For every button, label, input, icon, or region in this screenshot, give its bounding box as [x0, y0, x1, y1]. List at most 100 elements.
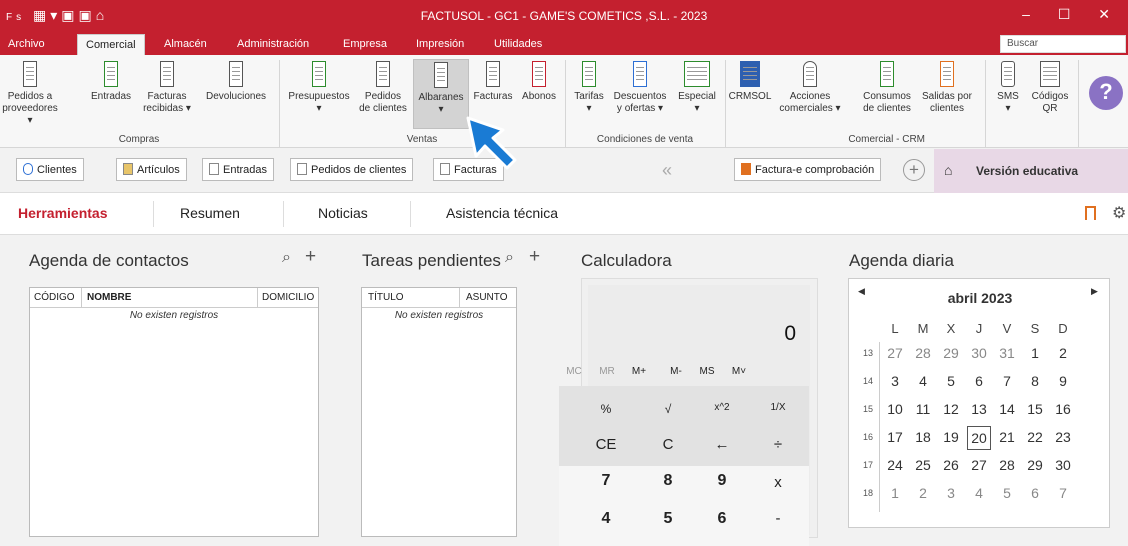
add-task-icon[interactable]: + — [529, 246, 540, 268]
calendar-day[interactable]: 12 — [940, 401, 962, 417]
calendar-day[interactable]: 8 — [1024, 373, 1046, 389]
nine-key[interactable]: 9 — [691, 472, 753, 490]
tab-noticias[interactable]: Noticias — [318, 205, 368, 221]
especial-button[interactable]: Especial ▾ — [674, 61, 720, 115]
add-contact-icon[interactable]: + — [305, 246, 316, 268]
calendar-day[interactable]: 5 — [996, 485, 1018, 501]
six-key[interactable]: 6 — [691, 510, 753, 528]
col-codigo[interactable]: CÓDIGO — [30, 288, 82, 308]
gear-icon[interactable]: ⚙ — [1112, 203, 1126, 223]
calendar-day[interactable]: 18 — [912, 429, 934, 445]
calendar-day[interactable]: 2 — [1052, 345, 1074, 361]
calendar-day[interactable]: 3 — [884, 373, 906, 389]
calendar-day[interactable]: 19 — [940, 429, 962, 445]
calendar-day[interactable]: 9 — [1052, 373, 1074, 389]
menu-administracion[interactable]: Administración — [237, 38, 309, 50]
menu-archivo[interactable]: Archivo — [8, 38, 45, 50]
calendar-day[interactable]: 29 — [940, 345, 962, 361]
bookmark-icon[interactable] — [1085, 206, 1096, 220]
acciones-comerciales-button[interactable]: Acciones comerciales ▾ — [778, 61, 842, 115]
calendar-day[interactable]: 26 — [940, 457, 962, 473]
pedidos-shortcut[interactable]: Pedidos de clientes — [290, 158, 414, 181]
tarifas-button[interactable]: Tarifas ▾ — [571, 61, 607, 115]
calendar-day[interactable]: 4 — [968, 485, 990, 501]
calendar-day[interactable]: 16 — [1052, 401, 1074, 417]
calendar-day[interactable]: 23 — [1052, 429, 1074, 445]
calendar-day[interactable]: 3 — [940, 485, 962, 501]
albaranes-button[interactable]: Albaranes ▾ — [413, 59, 469, 129]
col-titulo[interactable]: TÍTULO — [362, 288, 460, 308]
calendar-day[interactable]: 4 — [912, 373, 934, 389]
calendar-day[interactable]: 14 — [996, 401, 1018, 417]
tab-herramientas[interactable]: Herramientas — [18, 205, 108, 221]
calendar-day[interactable]: 24 — [884, 457, 906, 473]
calendar-day[interactable]: 5 — [940, 373, 962, 389]
col-asunto[interactable]: ASUNTO — [460, 288, 516, 308]
calendar-day[interactable]: 27 — [884, 345, 906, 361]
consumos-clientes-button[interactable]: Consumos de clientes — [859, 61, 915, 115]
salidas-clientes-button[interactable]: Salidas por clientes — [917, 61, 977, 115]
calendar-day[interactable]: 28 — [912, 345, 934, 361]
percent-key[interactable]: % — [575, 402, 637, 416]
entradas-shortcut[interactable]: Entradas — [202, 158, 275, 181]
mlist-key[interactable]: M˅ — [708, 366, 770, 377]
descuentos-button[interactable]: Descuentos y ofertas ▾ — [609, 61, 671, 115]
calendar-day[interactable]: 2 — [912, 485, 934, 501]
divide-key[interactable]: ÷ — [747, 436, 809, 453]
menu-impresion[interactable]: Impresión — [416, 38, 464, 50]
search-icon[interactable]: ⌕ — [282, 249, 291, 267]
next-month-icon[interactable]: ▶ — [1091, 286, 1098, 297]
menu-almacen[interactable]: Almacén — [164, 38, 207, 50]
calendar-day[interactable]: 30 — [968, 345, 990, 361]
menu-comercial[interactable]: Comercial — [77, 34, 145, 55]
calendar-day[interactable]: 13 — [968, 401, 990, 417]
tab-resumen[interactable]: Resumen — [180, 205, 240, 221]
five-key[interactable]: 5 — [637, 510, 699, 528]
search-icon[interactable]: ⌕ — [505, 249, 514, 267]
help-icon[interactable]: ? — [1089, 76, 1123, 110]
reciprocal-key[interactable]: 1/X — [747, 402, 809, 413]
calendar-day[interactable]: 22 — [1024, 429, 1046, 445]
factura-e-shortcut[interactable]: Factura-e comprobación — [734, 158, 882, 181]
abonos-button[interactable]: Abonos — [518, 61, 560, 103]
four-key[interactable]: 4 — [575, 510, 637, 528]
sqrt-key[interactable]: √ — [637, 402, 699, 416]
menu-empresa[interactable]: Empresa — [343, 38, 387, 50]
window-controls[interactable]: – ☐ ✕ — [1022, 6, 1122, 23]
pedidos-clientes-button[interactable]: Pedidos de clientes — [354, 61, 412, 115]
sms-button[interactable]: SMS ▾ — [993, 61, 1023, 115]
add-shortcut-button[interactable]: + — [903, 159, 925, 181]
calendar-day[interactable]: 1 — [1024, 345, 1046, 361]
menu-utilidades[interactable]: Utilidades — [494, 38, 542, 50]
seven-key[interactable]: 7 — [575, 472, 637, 490]
c-key[interactable]: C — [637, 436, 699, 453]
minus-key[interactable]: - — [747, 510, 809, 527]
clientes-shortcut[interactable]: Clientes — [16, 158, 84, 181]
calendar-day[interactable]: 6 — [1024, 485, 1046, 501]
calendar-day[interactable]: 29 — [1024, 457, 1046, 473]
backspace-key[interactable]: ← — [691, 436, 753, 453]
calendar-day[interactable]: 25 — [912, 457, 934, 473]
calendar-day[interactable]: 7 — [1052, 485, 1074, 501]
calendar-day[interactable]: 31 — [996, 345, 1018, 361]
eight-key[interactable]: 8 — [637, 472, 699, 490]
calendar-day[interactable]: 30 — [1052, 457, 1074, 473]
devoluciones-button[interactable]: Devoluciones — [200, 61, 272, 103]
calendar-today[interactable]: 20 — [967, 426, 991, 450]
calendar-day[interactable]: 6 — [968, 373, 990, 389]
calendar-day[interactable]: 27 — [968, 457, 990, 473]
crmsol-button[interactable]: CRMSOL — [728, 61, 772, 103]
entradas-button[interactable]: Entradas — [88, 61, 134, 103]
calendar-day[interactable]: 28 — [996, 457, 1018, 473]
collapse-toolbar[interactable]: « — [662, 160, 672, 181]
multiply-key[interactable]: x — [747, 474, 809, 491]
calendar-day[interactable]: 1 — [884, 485, 906, 501]
calendar-day[interactable]: 21 — [996, 429, 1018, 445]
articulos-shortcut[interactable]: Artículos — [116, 158, 187, 181]
calendar-day[interactable]: 11 — [912, 401, 934, 417]
codigos-qr-button[interactable]: Códigos QR — [1027, 61, 1073, 115]
calendar-day[interactable]: 15 — [1024, 401, 1046, 417]
calendar-day[interactable]: 17 — [884, 429, 906, 445]
pedidos-proveedores-button[interactable]: Pedidos a proveedores ▾ — [2, 61, 58, 127]
calendar-day[interactable]: 7 — [996, 373, 1018, 389]
